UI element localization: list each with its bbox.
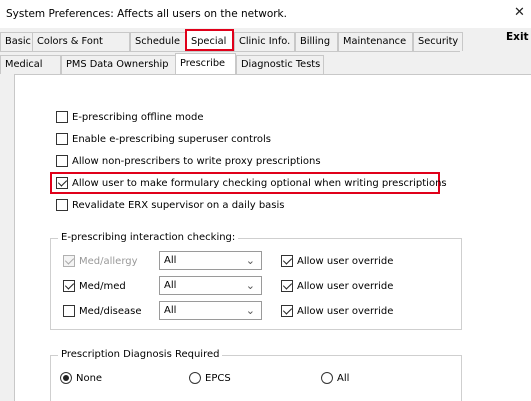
tab-label: Colors & Font bbox=[37, 36, 103, 47]
diagnosis-group-title: Prescription Diagnosis Required bbox=[58, 349, 223, 360]
tab-security[interactable]: Security bbox=[413, 32, 463, 51]
radio-label: None bbox=[76, 372, 103, 384]
interaction-group-title: E-prescribing interaction checking: bbox=[58, 232, 239, 243]
radio-button[interactable] bbox=[321, 372, 333, 384]
window-title: System Preferences: Affects all users on… bbox=[6, 8, 287, 20]
tab-label: Basic bbox=[5, 36, 31, 47]
med-disease-override-row[interactable]: Allow user override bbox=[281, 303, 393, 319]
diagnosis-required-group bbox=[50, 355, 462, 401]
tab-diagnostic-tests[interactable]: Diagnostic Tests bbox=[236, 55, 324, 74]
tab-label: Clinic Info. bbox=[239, 36, 291, 47]
checkbox[interactable] bbox=[56, 111, 68, 123]
radio-button[interactable] bbox=[60, 372, 72, 384]
option-superuser-controls[interactable]: Enable e-prescribing superuser controls bbox=[56, 131, 271, 147]
checkbox[interactable] bbox=[56, 177, 68, 189]
med-allergy-checkbox-row: Med/allergy bbox=[63, 253, 138, 269]
tab-label: Maintenance bbox=[343, 36, 407, 47]
tab-maintenance[interactable]: Maintenance bbox=[338, 32, 413, 51]
tab-label: PMS Data Ownership bbox=[66, 59, 169, 70]
close-icon[interactable]: ✕ bbox=[514, 5, 525, 20]
tab-billing[interactable]: Billing bbox=[295, 32, 338, 51]
option-label: Allow user override bbox=[297, 255, 394, 267]
select-value: All bbox=[164, 280, 177, 291]
chevron-down-icon: ⌄ bbox=[245, 254, 255, 267]
checkbox[interactable] bbox=[281, 280, 293, 292]
tab-label: Diagnostic Tests bbox=[241, 59, 321, 70]
select-value: All bbox=[164, 255, 177, 266]
option-offline-mode[interactable]: E-prescribing offline mode bbox=[56, 109, 204, 125]
title-bar: System Preferences: Affects all users on… bbox=[0, 0, 531, 28]
main-tab-bar: Basic Colors & Font Schedule Special Cli… bbox=[0, 28, 531, 51]
tab-label: Schedule bbox=[135, 36, 181, 47]
option-formulary-optional[interactable]: Allow user to make formulary checking op… bbox=[56, 175, 447, 191]
med-med-select[interactable]: All ⌄ bbox=[159, 276, 262, 295]
option-label: E-prescribing offline mode bbox=[72, 111, 204, 123]
tab-pms-data-ownership[interactable]: PMS Data Ownership bbox=[61, 55, 176, 74]
chevron-down-icon: ⌄ bbox=[245, 279, 255, 292]
checkbox[interactable] bbox=[56, 155, 68, 167]
med-allergy-override-row[interactable]: Allow user override bbox=[281, 253, 393, 269]
tab-special[interactable]: Special bbox=[185, 29, 234, 51]
option-label: Allow user override bbox=[297, 305, 394, 317]
med-disease-select[interactable]: All ⌄ bbox=[159, 301, 262, 320]
tab-schedule[interactable]: Schedule bbox=[130, 32, 186, 51]
option-label: Med/allergy bbox=[79, 255, 138, 267]
checkbox[interactable] bbox=[281, 305, 293, 317]
diagnosis-none-radio[interactable]: None bbox=[60, 370, 102, 386]
option-label: Allow user override bbox=[297, 280, 394, 292]
radio-button[interactable] bbox=[189, 372, 201, 384]
option-label: Allow user to make formulary checking op… bbox=[72, 177, 447, 189]
med-allergy-select[interactable]: All ⌄ bbox=[159, 251, 262, 270]
med-disease-checkbox-row[interactable]: Med/disease bbox=[63, 303, 141, 319]
checkbox[interactable] bbox=[56, 133, 68, 145]
tab-medical[interactable]: Medical bbox=[0, 55, 61, 74]
tab-basic[interactable]: Basic bbox=[0, 32, 33, 51]
med-med-checkbox-row[interactable]: Med/med bbox=[63, 278, 126, 294]
option-label: Enable e-prescribing superuser controls bbox=[72, 133, 272, 145]
checkbox[interactable] bbox=[56, 199, 68, 211]
checkbox[interactable] bbox=[281, 255, 293, 267]
radio-label: EPCS bbox=[205, 372, 231, 384]
tab-label: Prescribe bbox=[180, 58, 226, 69]
option-label: Med/med bbox=[79, 280, 126, 292]
tab-label: Medical bbox=[5, 59, 43, 70]
tab-label: Billing bbox=[300, 36, 331, 47]
select-value: All bbox=[164, 305, 177, 316]
radio-label: All bbox=[337, 372, 350, 384]
exit-button[interactable]: Exit bbox=[506, 31, 529, 43]
tab-divider bbox=[0, 51, 460, 52]
med-med-override-row[interactable]: Allow user override bbox=[281, 278, 393, 294]
tab-label: Security bbox=[418, 36, 459, 47]
checkbox[interactable] bbox=[63, 305, 75, 317]
option-label: Med/disease bbox=[79, 305, 142, 317]
diagnosis-all-radio[interactable]: All bbox=[321, 370, 349, 386]
tab-colors-font[interactable]: Colors & Font bbox=[32, 32, 130, 51]
option-revalidate-supervisor[interactable]: Revalidate ERX supervisor on a daily bas… bbox=[56, 197, 285, 213]
tab-clinic-info[interactable]: Clinic Info. bbox=[234, 32, 295, 51]
diagnosis-epcs-radio[interactable]: EPCS bbox=[189, 370, 231, 386]
option-proxy-prescriptions[interactable]: Allow non-prescribers to write proxy pre… bbox=[56, 153, 321, 169]
tab-prescribe[interactable]: Prescribe bbox=[175, 53, 236, 75]
option-label: Revalidate ERX supervisor on a daily bas… bbox=[72, 199, 285, 211]
chevron-down-icon: ⌄ bbox=[245, 304, 255, 317]
tab-label: Special bbox=[191, 36, 227, 47]
option-label: Allow non-prescribers to write proxy pre… bbox=[72, 155, 321, 167]
checkbox[interactable] bbox=[63, 280, 75, 292]
checkbox bbox=[63, 255, 75, 267]
